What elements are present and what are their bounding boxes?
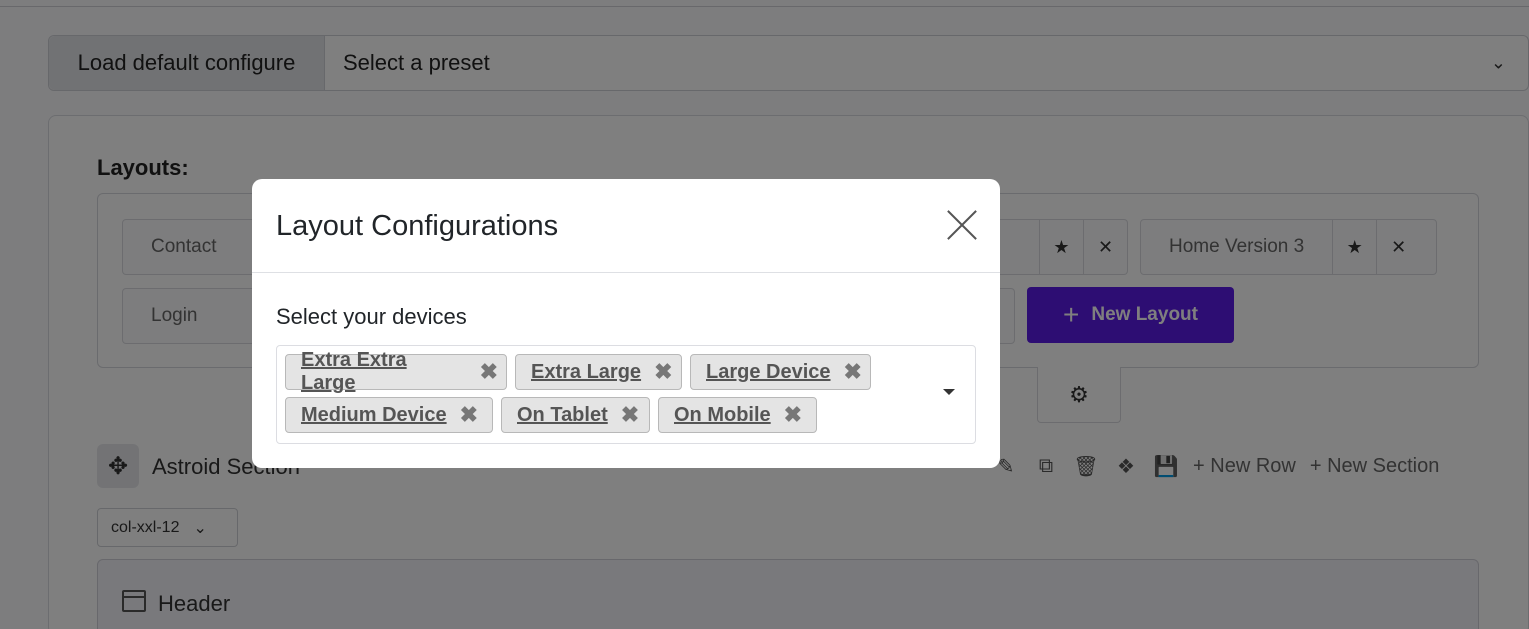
remove-icon[interactable]: ✖ — [621, 404, 639, 426]
device-chips: Extra Extra Large ✖ Extra Large ✖ Large … — [285, 349, 925, 433]
caret-down-icon[interactable] — [943, 389, 955, 395]
device-chip: Extra Large ✖ — [515, 354, 682, 390]
device-chip-label: Large Device — [706, 360, 831, 383]
device-chip: On Mobile ✖ — [658, 397, 817, 433]
device-chip: Large Device ✖ — [690, 354, 871, 390]
remove-icon[interactable]: ✖ — [784, 404, 802, 426]
remove-icon[interactable]: ✖ — [480, 361, 498, 383]
device-chip-label: Medium Device — [301, 403, 447, 426]
remove-icon[interactable]: ✖ — [460, 404, 478, 426]
device-chip: On Tablet ✖ — [501, 397, 650, 433]
devices-multiselect[interactable]: Extra Extra Large ✖ Extra Large ✖ Large … — [276, 345, 976, 444]
devices-label: Select your devices — [276, 304, 467, 329]
modal-header: Layout Configurations — [252, 179, 1000, 273]
device-chip-label: On Mobile — [674, 403, 771, 426]
close-icon[interactable] — [946, 209, 978, 241]
modal-title: Layout Configurations — [276, 210, 559, 242]
layout-configurations-modal: Layout Configurations Select your device… — [252, 179, 1000, 468]
device-chip: Medium Device ✖ — [285, 397, 493, 433]
device-chip: Extra Extra Large ✖ — [285, 349, 507, 394]
device-chip-label: Extra Extra Large — [301, 349, 407, 394]
remove-icon[interactable]: ✖ — [844, 361, 862, 383]
device-chip-label: On Tablet — [517, 403, 608, 426]
remove-icon[interactable]: ✖ — [654, 361, 672, 383]
device-chip-label: Extra Large — [531, 360, 642, 383]
